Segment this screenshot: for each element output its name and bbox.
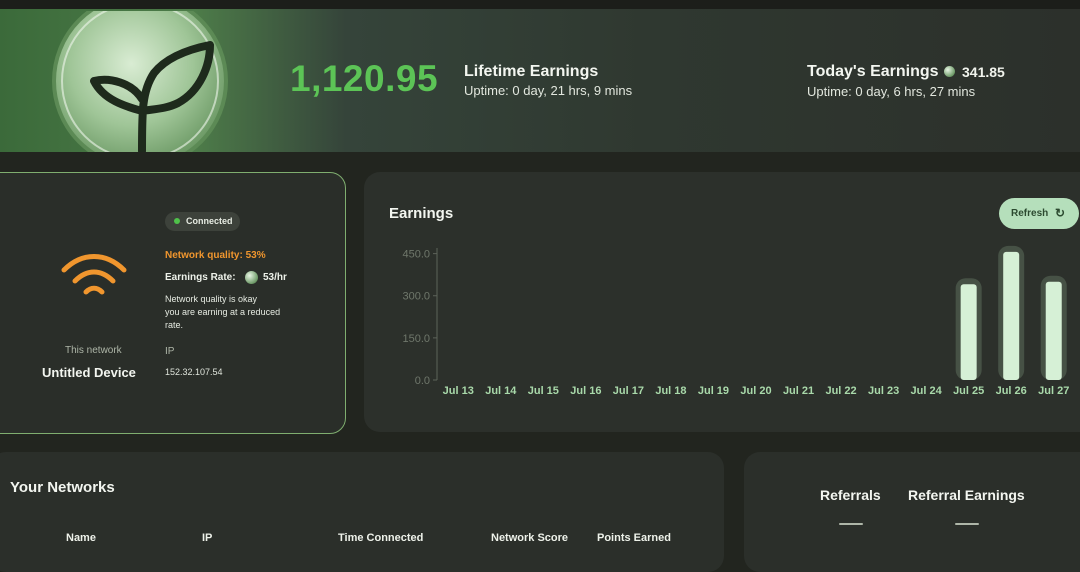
x-tick-label: Jul 20: [740, 385, 771, 397]
column-header-points-earned: Points Earned: [597, 532, 671, 544]
bar: [1045, 281, 1062, 380]
x-tick-label: Jul 15: [528, 385, 559, 397]
x-tick-label: Jul 26: [996, 385, 1027, 397]
x-tick-label: Jul 23: [868, 385, 899, 397]
x-tick-label: Jul 25: [953, 385, 984, 397]
referrals-empty-dash: [839, 523, 863, 525]
networks-card: [0, 452, 724, 572]
x-tick-label: Jul 22: [825, 385, 856, 397]
column-header-name: Name: [66, 532, 96, 544]
column-header-time-connected: Time Connected: [338, 532, 424, 544]
x-tick-label: Jul 24: [911, 385, 943, 397]
y-tick-label: 150.0: [402, 333, 430, 345]
x-tick-label: Jul 18: [655, 385, 686, 397]
y-tick-label: 0.0: [415, 375, 430, 387]
y-tick-label: 300.0: [402, 291, 430, 303]
referrals-card: [744, 452, 1080, 572]
x-tick-label: Jul 16: [570, 385, 601, 397]
referral-earnings-label: Referral Earnings: [908, 487, 1025, 503]
y-tick-label: 450.0: [402, 249, 430, 261]
x-tick-label: Jul 13: [443, 385, 474, 397]
x-tick-label: Jul 27: [1038, 385, 1069, 397]
referral-earnings-empty-dash: [955, 523, 979, 525]
bar: [960, 284, 977, 380]
x-tick-label: Jul 14: [485, 385, 517, 397]
x-tick-label: Jul 17: [613, 385, 644, 397]
column-header-network-score: Network Score: [491, 532, 569, 544]
x-tick-label: Jul 21: [783, 385, 814, 397]
column-header-ip: IP: [202, 532, 213, 544]
bar: [1003, 251, 1020, 380]
x-tick-label: Jul 19: [698, 385, 729, 397]
referrals-label: Referrals: [820, 487, 881, 503]
your-networks-title: Your Networks: [10, 479, 115, 496]
